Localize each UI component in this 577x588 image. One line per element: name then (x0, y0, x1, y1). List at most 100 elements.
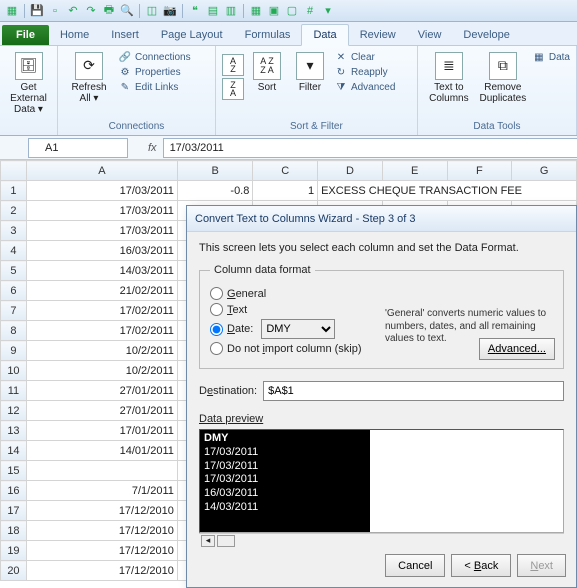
cell[interactable]: 17/02/2011 (26, 321, 177, 341)
cell[interactable]: -0.8 (177, 181, 253, 201)
row-header[interactable]: 8 (1, 321, 27, 341)
cell[interactable]: 17/03/2011 (26, 181, 177, 201)
row-header[interactable]: 20 (1, 561, 27, 581)
sort-desc-button[interactable]: ZA (222, 78, 244, 100)
undo-icon[interactable]: ↶ (65, 3, 81, 19)
tab-page-layout[interactable]: Page Layout (150, 25, 234, 45)
tab-view[interactable]: View (407, 25, 453, 45)
row-header[interactable]: 16 (1, 481, 27, 501)
snap-icon[interactable]: ◫ (144, 3, 160, 19)
dv-item[interactable]: ▦Data (532, 50, 570, 64)
cell[interactable]: 16/03/2011 (26, 241, 177, 261)
tab-data[interactable]: Data (301, 24, 348, 46)
tab-formulas[interactable]: Formulas (234, 25, 302, 45)
cell[interactable]: 17/12/2010 (26, 521, 177, 541)
edit-links-item[interactable]: ✎Edit Links (118, 80, 191, 94)
connections-item[interactable]: 🔗Connections (118, 50, 191, 64)
row-header[interactable]: 12 (1, 401, 27, 421)
radio-general-row[interactable]: GGeneraleneral (210, 287, 553, 300)
cell[interactable]: 14/01/2011 (26, 441, 177, 461)
redo-icon[interactable]: ↷ (83, 3, 99, 19)
cell[interactable]: 7/1/2011 (26, 481, 177, 501)
row-header[interactable]: 3 (1, 221, 27, 241)
formula-input[interactable]: 17/03/2011 (163, 138, 577, 158)
radio-skip[interactable] (210, 342, 223, 355)
row-header[interactable]: 14 (1, 441, 27, 461)
col-header-A[interactable]: A (26, 161, 177, 181)
border1-icon[interactable]: ▦ (248, 3, 264, 19)
border4-icon[interactable]: # (302, 3, 318, 19)
advanced-button[interactable]: Advanced... (479, 338, 555, 360)
cell[interactable]: EXCESS CHEQUE TRANSACTION FEE (318, 181, 577, 201)
cell[interactable] (26, 461, 177, 481)
row-header[interactable]: 11 (1, 381, 27, 401)
cell[interactable]: 17/12/2010 (26, 541, 177, 561)
row-header[interactable]: 17 (1, 501, 27, 521)
row-header[interactable]: 19 (1, 541, 27, 561)
calc2-icon[interactable]: ▥ (223, 3, 239, 19)
save-icon[interactable]: 💾 (29, 3, 45, 19)
cell[interactable]: 17/12/2010 (26, 561, 177, 581)
select-all-corner[interactable] (1, 161, 27, 181)
get-external-data-button[interactable]: 🗄 Get External Data ▾ (6, 48, 51, 115)
col-header-F[interactable]: F (447, 161, 512, 181)
tab-file[interactable]: File (2, 25, 49, 45)
col-header-E[interactable]: E (382, 161, 447, 181)
cell[interactable]: 27/01/2011 (26, 401, 177, 421)
scroll-left-icon[interactable]: ◂ (201, 535, 215, 547)
radio-general[interactable] (210, 287, 223, 300)
filter-button[interactable]: ▾ Filter (290, 48, 330, 93)
calc-icon[interactable]: ▤ (205, 3, 221, 19)
qat-more-icon[interactable]: ▾ (320, 3, 336, 19)
col-header-D[interactable]: D (318, 161, 383, 181)
new-icon[interactable]: ▫ (47, 3, 63, 19)
col-header-C[interactable]: C (253, 161, 318, 181)
tab-insert[interactable]: Insert (100, 25, 150, 45)
tab-review[interactable]: Review (349, 25, 407, 45)
cell[interactable]: 27/01/2011 (26, 381, 177, 401)
border3-icon[interactable]: ▢ (284, 3, 300, 19)
preview-icon[interactable]: 🔍 (119, 3, 135, 19)
advanced-item[interactable]: ⧩Advanced (334, 80, 395, 94)
row-header[interactable]: 2 (1, 201, 27, 221)
cell[interactable]: 17/01/2011 (26, 421, 177, 441)
sort-asc-button[interactable]: AZ (222, 54, 244, 76)
row-header[interactable]: 5 (1, 261, 27, 281)
name-box[interactable]: A1 (28, 138, 128, 158)
back-button[interactable]: < Back (451, 554, 511, 577)
row-header[interactable]: 6 (1, 281, 27, 301)
radio-text[interactable] (210, 303, 223, 316)
border2-icon[interactable]: ▣ (266, 3, 282, 19)
quote-icon[interactable]: ❝ (187, 3, 203, 19)
row-header[interactable]: 13 (1, 421, 27, 441)
cell[interactable]: 14/03/2011 (26, 261, 177, 281)
col-header-B[interactable]: B (177, 161, 253, 181)
print-icon[interactable]: 🖶 (101, 3, 117, 19)
preview-scrollbar[interactable]: ◂ (199, 533, 564, 547)
row-header[interactable]: 9 (1, 341, 27, 361)
date-format-select[interactable]: DMY (261, 319, 335, 339)
reapply-item[interactable]: ↻Reapply (334, 65, 395, 79)
cancel-button[interactable]: Cancel (385, 554, 445, 577)
camera-icon[interactable]: 📷 (162, 3, 178, 19)
scroll-thumb[interactable] (217, 535, 235, 547)
cell[interactable]: 17/02/2011 (26, 301, 177, 321)
cell[interactable]: 17/03/2011 (26, 201, 177, 221)
sort-button[interactable]: A ZZ A Sort (248, 48, 286, 93)
clear-item[interactable]: ✕Clear (334, 50, 395, 64)
cell[interactable]: 21/02/2011 (26, 281, 177, 301)
tab-developer[interactable]: Develope (452, 25, 520, 45)
row-header[interactable]: 18 (1, 521, 27, 541)
row-header[interactable]: 10 (1, 361, 27, 381)
row-header[interactable]: 7 (1, 301, 27, 321)
row-header[interactable]: 15 (1, 461, 27, 481)
refresh-all-button[interactable]: ⟳ Refresh All ▾ (64, 48, 114, 104)
cell[interactable]: 17/03/2011 (26, 221, 177, 241)
col-header-G[interactable]: G (512, 161, 577, 181)
tab-home[interactable]: Home (49, 25, 100, 45)
cell[interactable]: 10/2/2011 (26, 361, 177, 381)
row-header[interactable]: 1 (1, 181, 27, 201)
cell[interactable]: 1 (253, 181, 318, 201)
text-to-columns-button[interactable]: ≣ Text to Columns (424, 48, 474, 104)
radio-date[interactable] (210, 323, 223, 336)
